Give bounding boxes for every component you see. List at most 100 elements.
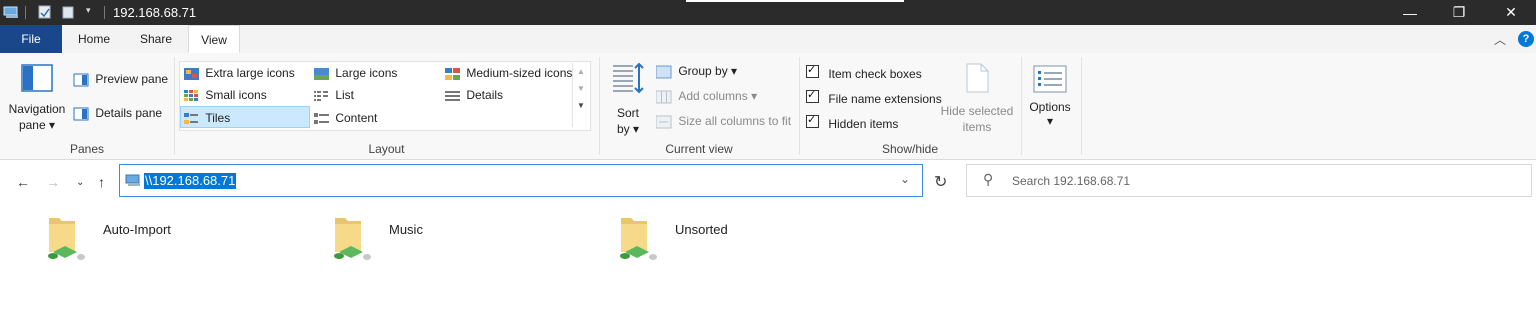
folder-item[interactable]: Auto-Import xyxy=(45,212,275,266)
expand-gallery-icon[interactable]: ▼ xyxy=(573,101,589,110)
tab-file[interactable]: File xyxy=(0,25,62,53)
folder-name[interactable]: Unsorted xyxy=(675,222,728,237)
up-arrow-icon[interactable]: ↑ xyxy=(98,174,105,190)
drag-indicator xyxy=(686,0,904,2)
hide-selected-label: Hide selected xyxy=(940,104,1014,118)
tab-home[interactable]: Home xyxy=(66,25,122,53)
shared-folder-icon xyxy=(620,218,657,260)
folder-name[interactable]: Auto-Import xyxy=(103,222,171,237)
address-path[interactable]: \\192.168.68.71 xyxy=(144,173,237,189)
network-computer-icon[interactable] xyxy=(3,4,21,20)
chevron-down-icon: ▾ xyxy=(1046,114,1054,128)
address-dropdown-icon[interactable]: ⌄ xyxy=(900,172,910,186)
minimize-button[interactable]: — xyxy=(1387,0,1433,25)
hidden-items-checkbox[interactable] xyxy=(806,113,819,128)
ribbon-tabs: File Home Share View ︿ ? xyxy=(0,25,1536,54)
chevron-down-icon: ▾ xyxy=(633,122,640,136)
file-name-extensions-toggle[interactable]: File name extensions xyxy=(806,88,942,106)
size-columns-label: Size all columns to fit xyxy=(678,114,792,128)
collapse-ribbon-icon[interactable]: ︿ xyxy=(1494,31,1506,48)
maximize-button[interactable]: ❐ xyxy=(1436,0,1482,25)
show-hide-group-label: Show/hide xyxy=(881,142,939,156)
preview-pane-button[interactable]: Preview pane xyxy=(73,72,168,87)
preview-pane-label: Preview pane xyxy=(95,72,169,86)
group-separator xyxy=(599,57,600,155)
layout-list[interactable]: List xyxy=(314,88,354,102)
back-arrow-icon[interactable]: ← xyxy=(16,174,30,190)
add-columns-button[interactable]: Add columns ▾ xyxy=(656,89,757,104)
layout-extra-large-icons[interactable]: Extra large icons xyxy=(184,66,295,80)
new-folder-icon[interactable] xyxy=(61,4,77,20)
extra-large-icons-icon xyxy=(184,67,199,80)
layout-small-icons[interactable]: Small icons xyxy=(184,88,267,102)
forward-arrow-icon[interactable]: → xyxy=(46,174,60,190)
hidden-items-toggle[interactable]: Hidden items xyxy=(806,113,899,131)
network-location-icon xyxy=(125,174,140,186)
item-check-boxes-checkbox[interactable] xyxy=(806,63,819,78)
extra-large-icons-label: Extra large icons xyxy=(205,66,295,80)
scroll-down-icon[interactable]: ▼ xyxy=(573,84,589,93)
group-separator xyxy=(799,57,800,155)
chevron-down-icon: ▾ xyxy=(731,64,738,78)
help-icon[interactable]: ? xyxy=(1518,31,1534,47)
details-label: Details xyxy=(466,88,504,102)
customize-quick-access-icon[interactable]: ▾ xyxy=(86,5,91,16)
shared-folder-icon xyxy=(48,218,85,260)
navigation-pane-icon xyxy=(21,64,53,92)
folder-item[interactable]: Unsorted xyxy=(617,212,847,266)
item-check-boxes-label: Item check boxes xyxy=(828,67,922,81)
sort-label-2: by xyxy=(616,122,630,136)
list-label: List xyxy=(335,88,355,102)
add-columns-label: Add columns xyxy=(678,89,748,103)
details-pane-button[interactable]: Details pane xyxy=(73,106,162,121)
layout-large-icons[interactable]: Large icons xyxy=(314,66,397,80)
options-button[interactable]: Options ▾ xyxy=(1025,65,1075,128)
sort-label: Sort xyxy=(616,106,639,120)
medium-icons-icon xyxy=(445,67,460,80)
layout-details[interactable]: Details xyxy=(445,88,503,102)
tiles-label: Tiles xyxy=(205,111,231,125)
file-name-extensions-label: File name extensions xyxy=(828,92,942,106)
properties-icon[interactable] xyxy=(37,4,53,20)
tab-share[interactable]: Share xyxy=(128,25,184,53)
group-separator xyxy=(1021,57,1022,155)
refresh-icon[interactable]: ↻ xyxy=(934,172,947,192)
navigation-pane-button[interactable]: Navigation pane ▾ xyxy=(6,63,68,133)
layout-content[interactable]: Content xyxy=(314,111,377,125)
folder-item[interactable]: Music xyxy=(331,212,561,266)
recent-locations-icon[interactable]: ⌄ xyxy=(76,177,84,188)
gallery-scrollbar[interactable]: ▲ ▼ ▼ xyxy=(572,63,589,127)
scroll-up-icon[interactable]: ▲ xyxy=(573,67,589,76)
navigation-pane-label: Navigation xyxy=(8,102,66,116)
file-name-extensions-checkbox[interactable] xyxy=(806,88,819,103)
size-columns-button[interactable]: Size all columns to fit xyxy=(656,114,791,129)
group-by-icon xyxy=(656,65,672,79)
item-check-boxes-toggle[interactable]: Item check boxes xyxy=(806,63,922,81)
content-label: Content xyxy=(335,111,378,125)
medium-icons-label: Medium-sized icons xyxy=(466,66,573,80)
separator xyxy=(104,6,105,19)
hidden-items-label: Hidden items xyxy=(828,117,899,131)
search-placeholder[interactable]: Search 192.168.68.71 xyxy=(1012,174,1130,188)
group-by-button[interactable]: Group by ▾ xyxy=(656,64,737,79)
tab-view[interactable]: View xyxy=(188,25,240,53)
small-icons-icon xyxy=(184,89,198,101)
large-icons-label: Large icons xyxy=(335,66,398,80)
large-icons-icon xyxy=(314,67,329,80)
folder-name[interactable]: Music xyxy=(389,222,423,237)
window-title: 192.168.68.71 xyxy=(113,5,197,20)
layout-group-label: Layout xyxy=(368,142,405,156)
options-label: Options xyxy=(1029,100,1071,114)
layout-tiles[interactable]: Tiles xyxy=(184,111,230,125)
hide-selected-items-button[interactable]: Hide selected items xyxy=(940,62,1014,135)
preview-pane-icon xyxy=(73,73,89,87)
ribbon: Navigation pane ▾ Preview pane Details p… xyxy=(0,53,1536,160)
list-icon xyxy=(314,90,328,101)
layout-medium-icons[interactable]: Medium-sized icons xyxy=(445,66,572,80)
search-box[interactable]: ⚲ Search 192.168.68.71 xyxy=(966,164,1532,197)
title-bar: ▾ 192.168.68.71 — ❐ ✕ xyxy=(0,0,1536,25)
group-separator xyxy=(174,57,175,155)
address-bar[interactable]: \\192.168.68.71 ⌄ xyxy=(119,164,923,197)
close-button[interactable]: ✕ xyxy=(1488,0,1534,25)
sort-by-button[interactable]: Sort by ▾ xyxy=(606,62,650,137)
